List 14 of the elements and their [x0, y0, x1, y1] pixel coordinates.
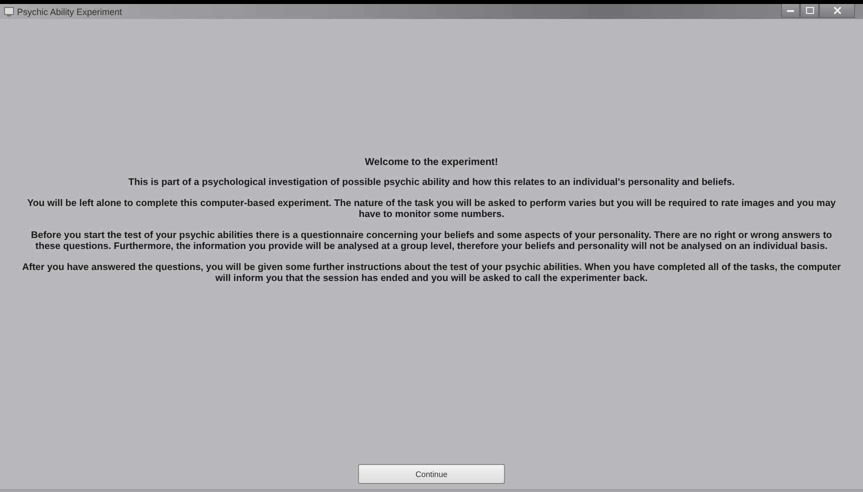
close-button[interactable] — [819, 4, 855, 18]
close-icon — [834, 7, 840, 14]
maximize-icon — [806, 7, 814, 14]
instruction-paragraph: This is part of a psychological investigation of possible psychic ability and how this relates to an individual's personality and beliefs. — [128, 177, 735, 188]
instruction-paragraph: Before you start the test of your psychic abilities there is a questionnaire concerning your beliefs and some aspects of your personality. There are no right or wrong answers to these questions. Furthermore, the information you provide will be analysed at a group level, therefore your beliefs and personality will not be analysed on an individual basis. — [30, 230, 834, 252]
window-icon — [4, 6, 14, 16]
instruction-paragraph: You will be left alone to complete this computer-based experiment. The nature of the task you will be asked to perform varies but you will be required to rate images and you may have to monitor some numbers. — [26, 198, 837, 220]
maximize-button[interactable] — [800, 4, 819, 18]
welcome-heading: Welcome to the experiment! — [364, 157, 498, 168]
instruction-paragraph: After you have answered the questions, you will be given some further instructions about the test of your psychic abilities. When you have completed all of the tasks, the computer will inform you that the session has ended and you will be asked to call the experimenter back. — [22, 262, 842, 284]
window-title: Psychic Ability Experiment — [17, 6, 122, 16]
continue-button[interactable]: Continue — [358, 464, 505, 484]
minimize-button[interactable] — [781, 4, 800, 18]
minimize-icon — [787, 9, 794, 12]
